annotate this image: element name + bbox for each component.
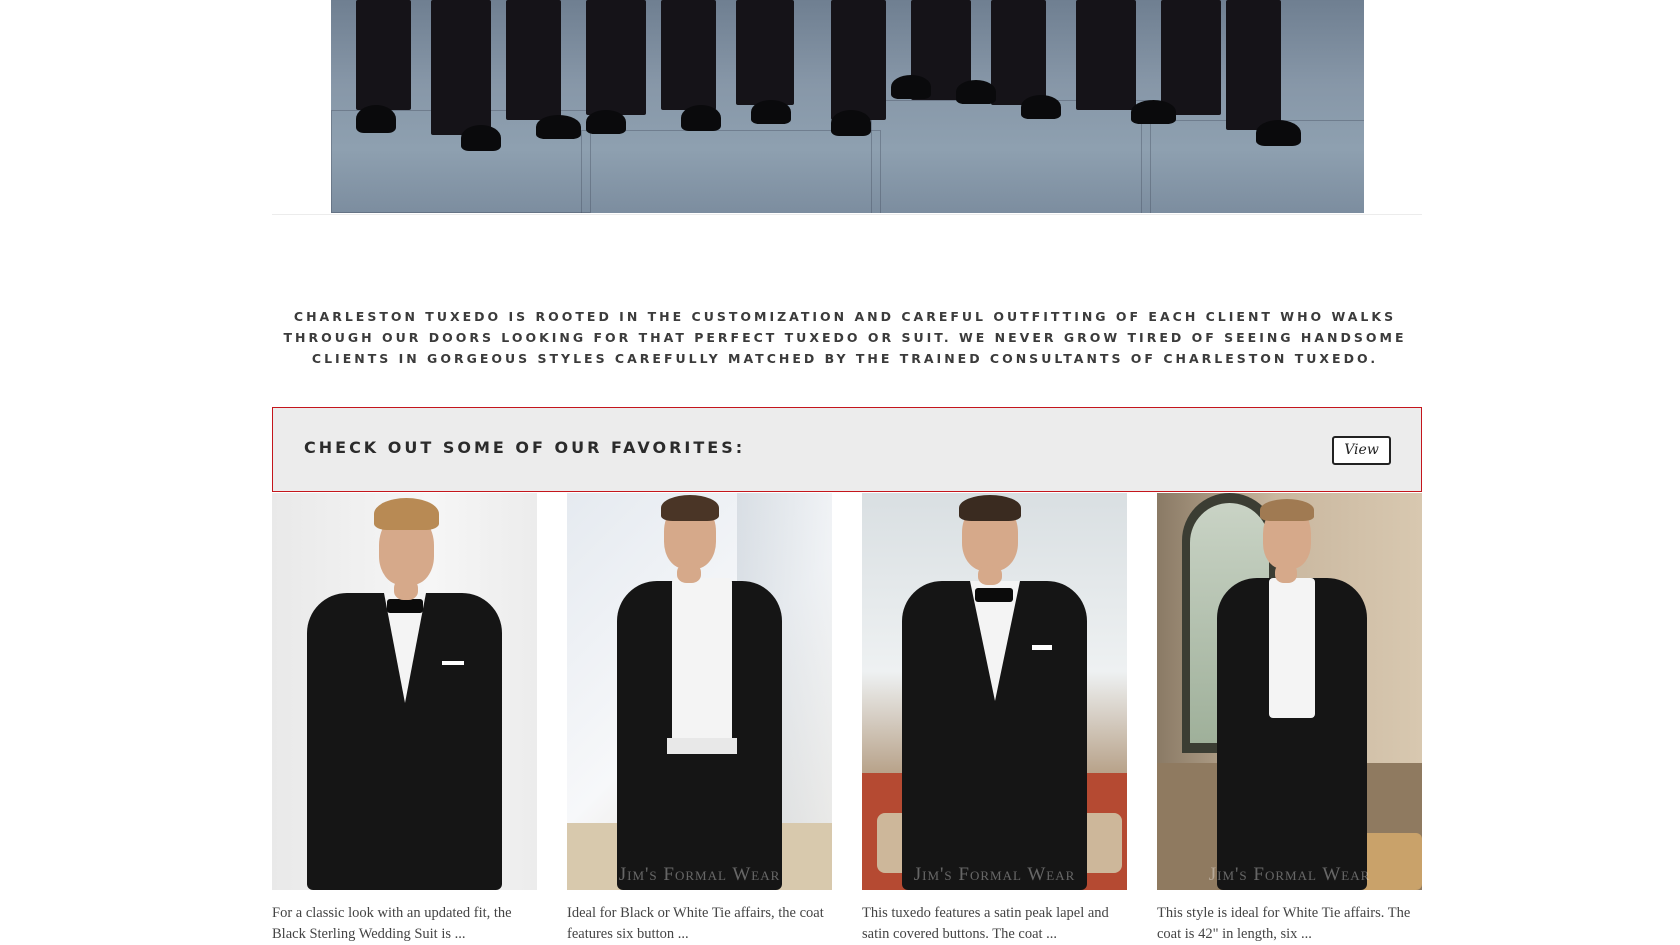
product-image[interactable]: Jim's Formal Wear bbox=[1157, 493, 1422, 890]
product-watermark: Jim's Formal Wear bbox=[618, 864, 781, 885]
product-watermark: Jim's Formal Wear bbox=[913, 864, 1076, 885]
view-button[interactable]: View bbox=[1332, 436, 1391, 465]
product-watermark: Jim's Formal Wear bbox=[1208, 864, 1371, 885]
product-description: Ideal for Black or White Tie affairs, th… bbox=[567, 905, 824, 942]
product-card[interactable]: Jim's Formal Wear This tuxedo features a… bbox=[862, 493, 1127, 945]
product-image[interactable]: Jim's Formal Wear bbox=[862, 493, 1127, 890]
product-card[interactable]: Jim's Formal Wear Ideal for Black or Whi… bbox=[567, 493, 832, 945]
product-card[interactable]: For a classic look with an updated fit, … bbox=[272, 493, 537, 945]
product-description: This style is ideal for White Tie affair… bbox=[1157, 905, 1411, 942]
favorites-title: Check out some of our favorites: bbox=[304, 438, 746, 457]
hero-image bbox=[331, 0, 1364, 213]
intro-text: Charleston Tuxedo is rooted in the custo… bbox=[283, 309, 1407, 366]
product-description: This tuxedo features a satin peak lapel … bbox=[862, 905, 1109, 942]
favorites-bar: Check out some of our favorites: View bbox=[272, 407, 1422, 492]
product-image[interactable]: Jim's Formal Wear bbox=[567, 493, 832, 890]
section-divider bbox=[272, 214, 1422, 215]
product-card[interactable]: Jim's Formal Wear This style is ideal fo… bbox=[1157, 493, 1422, 945]
product-description: For a classic look with an updated fit, … bbox=[272, 905, 512, 942]
product-image[interactable] bbox=[272, 493, 537, 890]
